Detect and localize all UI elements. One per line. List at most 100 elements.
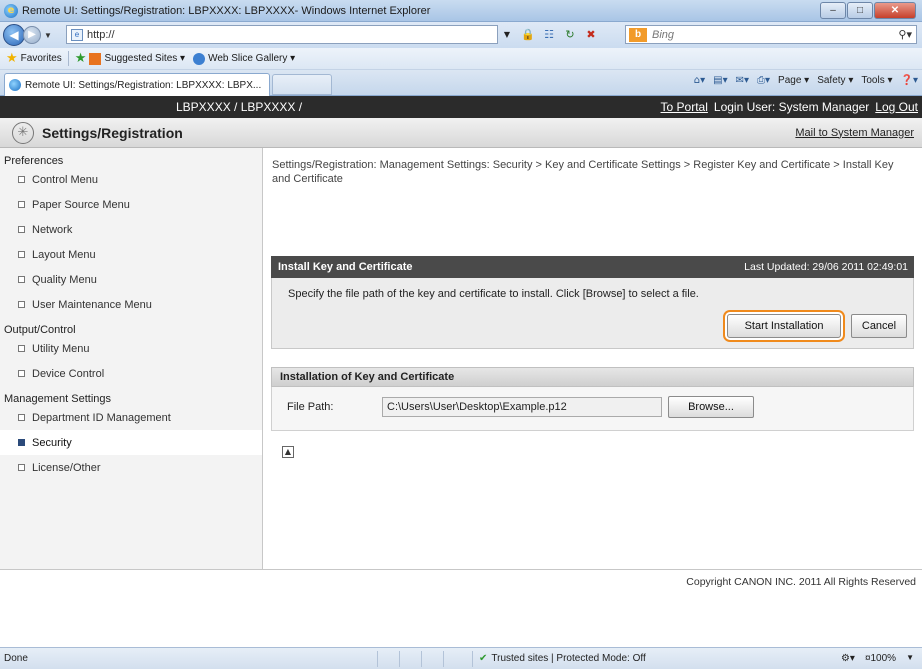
install-panel-header: Install Key and Certificate Last Updated… <box>271 256 914 278</box>
sidebar-item-label: User Maintenance Menu <box>32 298 152 311</box>
history-dropdown-icon[interactable]: ▼ <box>44 31 52 40</box>
bullet-icon <box>18 345 25 352</box>
logout-link[interactable]: Log Out <box>875 100 918 114</box>
copyright: Copyright CANON INC. 2011 All Rights Res… <box>686 576 916 588</box>
sidebar-item-paper-source-menu[interactable]: Paper Source Menu <box>0 192 262 217</box>
home-icon[interactable]: ⌂▾ <box>694 75 705 86</box>
favorites-item-label: Suggested Sites ▾ <box>104 53 186 64</box>
command-bar: ⌂▾ ▤▾ ✉▾ ⎙▾ Page ▾ Safety ▾ Tools ▾ ❓▾ <box>694 75 918 86</box>
favorites-star-icon[interactable]: ★ <box>6 51 18 66</box>
bullet-icon <box>18 464 25 471</box>
stop-icon[interactable]: ✖ <box>582 26 600 43</box>
compatibility-view-icon[interactable]: ☷ <box>540 26 558 43</box>
cancel-button[interactable]: Cancel <box>851 314 907 338</box>
protected-mode-icon[interactable]: ⚙▾ <box>841 653 855 664</box>
address-tools: ▼ 🔒 ☷ ↻ ✖ <box>498 25 600 44</box>
panel-title: Install Key and Certificate <box>278 261 413 273</box>
mail-to-manager-link[interactable]: Mail to System Manager <box>795 127 914 139</box>
sidebar-item-label: License/Other <box>32 461 101 474</box>
back-button[interactable]: ◀ <box>3 24 25 46</box>
sidebar-item-security[interactable]: Security <box>0 430 262 455</box>
favorites-item[interactable]: Suggested Sites ▾ <box>89 52 186 65</box>
new-tab-button[interactable] <box>272 74 332 95</box>
ie-logo-icon: e <box>4 3 18 18</box>
sidebar-item-network[interactable]: Network <box>0 217 262 242</box>
address-input[interactable]: e http:// <box>66 25 498 44</box>
sidebar-group-preferences: Preferences <box>4 155 64 167</box>
sidebar: Preferences Control Menu Paper Source Me… <box>0 148 263 569</box>
search-placeholder: Bing <box>652 28 675 41</box>
sidebar-item-quality-menu[interactable]: Quality Menu <box>0 267 262 292</box>
browse-button[interactable]: Browse... <box>668 396 754 418</box>
breadcrumb: Settings/Registration: Management Settin… <box>272 159 894 185</box>
sidebar-item-device-control[interactable]: Device Control <box>0 361 262 386</box>
section-body: File Path: C:\Users\User\Desktop\Example… <box>271 387 914 431</box>
page-icon: e <box>71 28 83 41</box>
zoom-level[interactable]: ¤100% <box>865 653 896 664</box>
login-user-label: Login User: System Manager <box>713 100 870 114</box>
refresh-icon[interactable]: ↻ <box>561 26 579 43</box>
tab-bar: Remote UI: Settings/Registration: LBPXXX… <box>0 70 922 96</box>
favorites-button[interactable]: Favorites <box>21 53 62 64</box>
sidebar-item-control-menu[interactable]: Control Menu <box>0 167 262 192</box>
sidebar-item-label: Control Menu <box>32 173 99 186</box>
add-favorite-icon[interactable]: ★ <box>75 51 87 66</box>
print-icon[interactable]: ⎙▾ <box>757 75 770 86</box>
bullet-icon <box>18 226 25 233</box>
forward-button[interactable]: ▶ <box>23 26 41 44</box>
minimize-button[interactable]: – <box>820 2 846 19</box>
favorites-item[interactable]: Web Slice Gallery ▾ <box>193 52 296 65</box>
favorites-item-label: Web Slice Gallery ▾ <box>208 53 296 64</box>
maximize-button[interactable]: □ <box>847 2 873 19</box>
sidebar-item-user-maintenance-menu[interactable]: User Maintenance Menu <box>0 292 262 317</box>
tab-ie-icon <box>9 79 21 91</box>
search-icon[interactable]: ⚲▾ <box>898 28 912 41</box>
suggested-sites-icon <box>89 52 102 65</box>
browser-tab[interactable]: Remote UI: Settings/Registration: LBPXXX… <box>4 73 270 96</box>
page-title: Settings/Registration <box>42 124 183 141</box>
favorites-bar: ★ Favorites ★ Suggested Sites ▾ Web Slic… <box>0 48 922 70</box>
mail-icon[interactable]: ✉▾ <box>736 75 749 86</box>
sidebar-item-label: Utility Menu <box>32 342 90 355</box>
main-content: Settings/Registration: Management Settin… <box>264 148 922 569</box>
sidebar-group-management-settings: Management Settings <box>4 393 112 405</box>
page-menu[interactable]: Page ▾ <box>778 75 809 86</box>
favorites-divider <box>67 51 69 66</box>
sidebar-item-layout-menu[interactable]: Layout Menu <box>0 242 262 267</box>
bullet-icon <box>18 439 25 446</box>
file-path-field[interactable]: C:\Users\User\Desktop\Example.p12 <box>382 397 662 417</box>
sidebar-item-label: Device Control <box>32 367 105 380</box>
dropdown-icon[interactable]: ▼ <box>498 26 516 43</box>
zone-text: Trusted sites | Protected Mode: Off <box>491 653 646 664</box>
start-installation-button[interactable]: Start Installation <box>727 314 841 338</box>
sidebar-item-utility-menu[interactable]: Utility Menu <box>0 336 262 361</box>
to-portal-link[interactable]: To Portal <box>661 100 708 114</box>
sidebar-item-license-other[interactable]: License/Other <box>0 455 262 480</box>
search-input[interactable]: b Bing ⚲▾ <box>625 25 917 44</box>
close-button[interactable]: ✕ <box>874 2 916 19</box>
page-title-bar: ✳ Settings/Registration Mail to System M… <box>0 118 922 148</box>
safety-menu[interactable]: Safety ▾ <box>817 75 853 86</box>
sidebar-item-label: Network <box>32 223 73 236</box>
device-name: LBPXXXX / LBPXXXX / <box>176 100 303 114</box>
status-cells <box>377 651 465 667</box>
section-header: Installation of Key and Certificate <box>271 367 914 387</box>
bullet-icon <box>18 301 25 308</box>
sidebar-group-output-control: Output/Control <box>4 324 76 336</box>
last-updated: Last Updated: 29/06 2011 02:49:01 <box>744 261 908 273</box>
window-title: Remote UI: Settings/Registration: LBPXXX… <box>22 4 431 17</box>
back-to-top-icon[interactable]: ▲ <box>282 446 294 458</box>
zoom-dropdown-icon[interactable]: ▼ <box>906 653 914 664</box>
tools-menu[interactable]: Tools ▾ <box>861 75 892 86</box>
feeds-icon[interactable]: ▤▾ <box>713 75 727 86</box>
bing-logo-icon: b <box>629 27 647 42</box>
device-header: LBPXXXX / LBPXXXX / To Portal Login User… <box>0 96 922 118</box>
lock-icon[interactable]: 🔒 <box>519 26 537 43</box>
sidebar-item-department-id-management[interactable]: Department ID Management <box>0 405 262 430</box>
help-icon[interactable]: ❓▾ <box>901 75 918 86</box>
tab-title: Remote UI: Settings/Registration: LBPXXX… <box>25 79 262 91</box>
file-path-label: File Path: <box>287 401 334 413</box>
bullet-icon <box>18 201 25 208</box>
security-zone[interactable]: ✔ Trusted sites | Protected Mode: Off <box>472 650 646 667</box>
address-text: http:// <box>87 28 115 41</box>
